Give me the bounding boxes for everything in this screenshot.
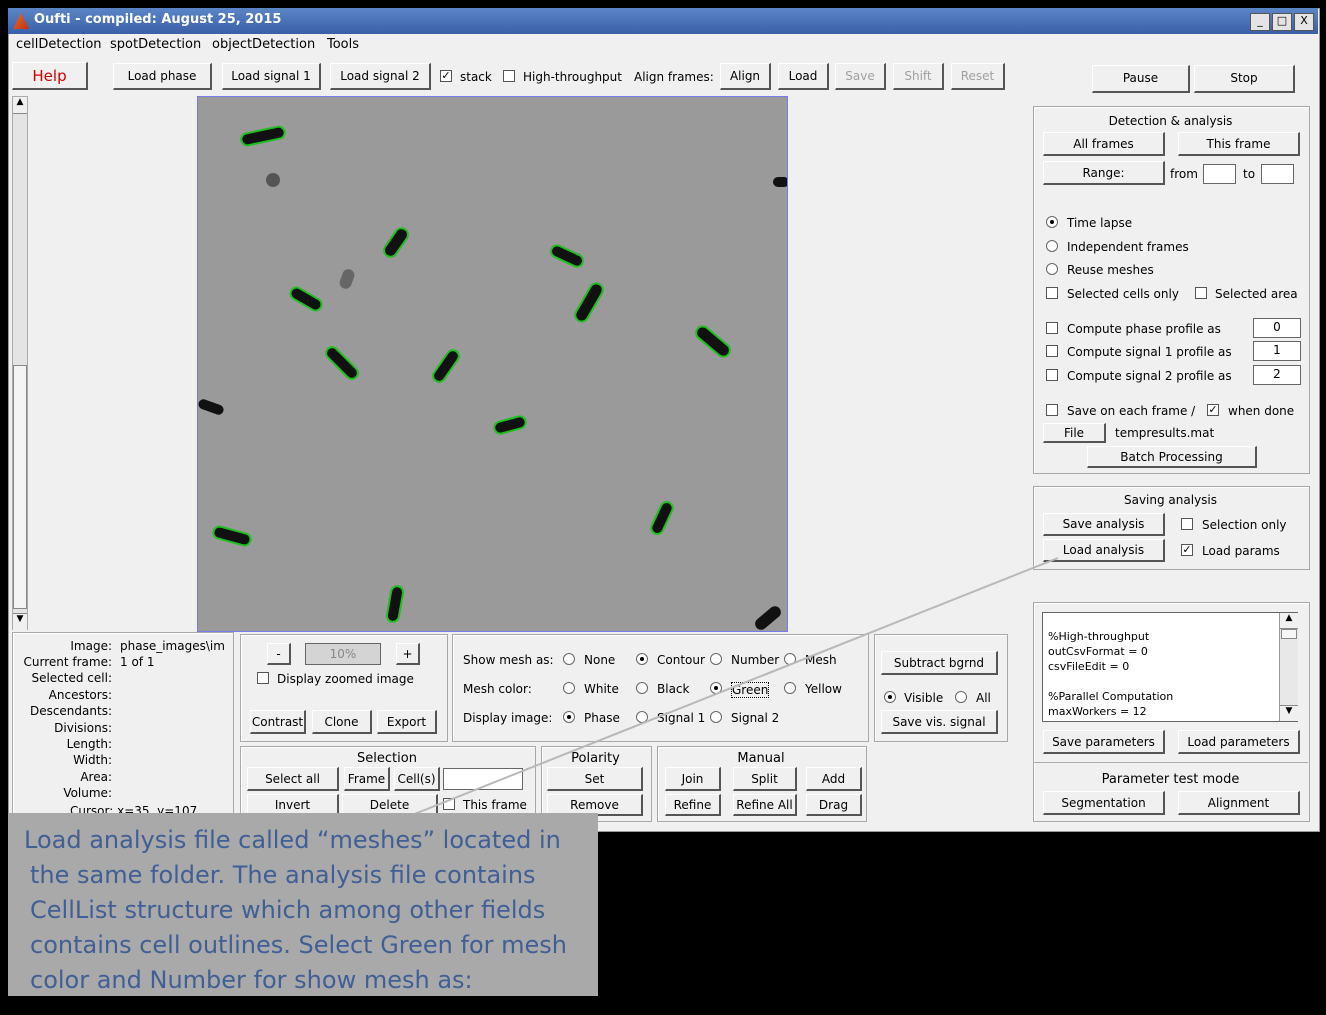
callout-line: contains cell outlines. Select Green for…	[30, 931, 567, 959]
callout-line: Load analysis file called “meshes” locat…	[24, 826, 561, 854]
callout-line: the same folder. The analysis file conta…	[30, 861, 536, 889]
annotation-callout: Load analysis file called “meshes” locat…	[8, 813, 598, 996]
callout-line: CellList structure which among other fie…	[30, 896, 546, 924]
callout-line: color and Number for show mesh as:	[30, 966, 473, 994]
